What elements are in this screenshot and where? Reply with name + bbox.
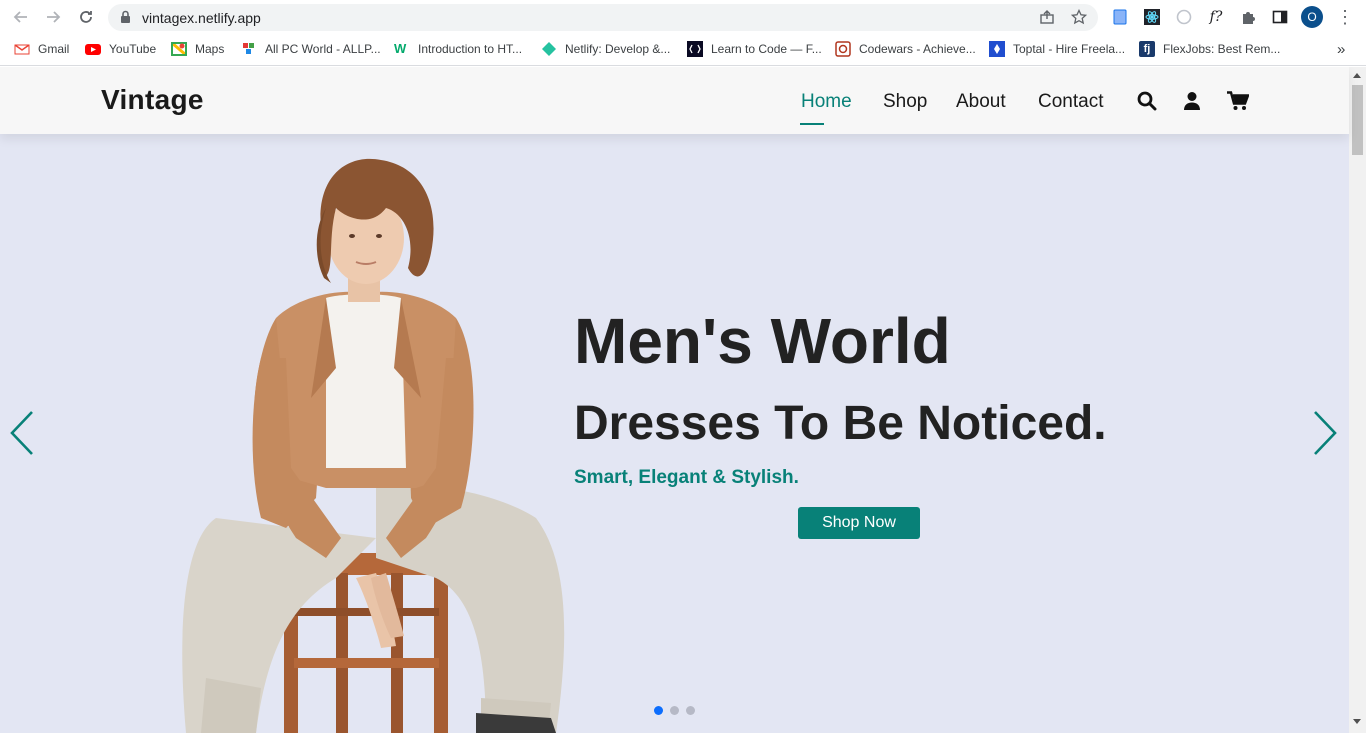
cart-icon[interactable] [1227, 91, 1250, 113]
freecodecamp-icon [687, 41, 703, 57]
bookmark-label: Gmail [38, 42, 70, 56]
bookmark-label: Toptal - Hire Freela... [1013, 42, 1126, 56]
bookmark-label: FlexJobs: Best Rem... [1163, 42, 1281, 56]
flexjobs-icon: fj [1139, 41, 1155, 57]
netlify-icon [541, 41, 557, 57]
gmail-icon [14, 41, 30, 57]
bookmark-label: Maps [195, 42, 225, 56]
bookmark-freecodecamp[interactable]: Learn to Code — F... [687, 41, 822, 57]
maps-icon [171, 41, 187, 57]
lock-icon [120, 10, 131, 29]
bookmark-label: Introduction to HT... [418, 42, 523, 56]
extensions-puzzle-icon[interactable] [1238, 7, 1258, 27]
hero-subtitle: Dresses To Be Noticed. [574, 397, 1107, 450]
bookmarks-bar: Gmail YouTube Maps All PC World - ALLP..… [0, 34, 1366, 66]
bookmark-label: Learn to Code — F... [711, 42, 822, 56]
bookmark-maps[interactable]: Maps [171, 41, 224, 57]
hero-carousel: Men's World Dresses To Be Noticed. Smart… [0, 134, 1349, 733]
youtube-icon [85, 41, 101, 57]
scrollbar-thumb[interactable] [1352, 85, 1363, 155]
profile-avatar[interactable]: O [1301, 6, 1323, 28]
color-picker-icon[interactable] [1174, 7, 1194, 27]
bookmark-label: Codewars - Achieve... [859, 42, 976, 56]
site-header: Vintage Home Shop About Contact [0, 67, 1349, 134]
shop-now-button[interactable]: Shop Now [798, 507, 920, 539]
nav-home[interactable]: Home [801, 91, 852, 113]
reload-icon[interactable] [75, 6, 97, 28]
address-bar[interactable]: vintagex.netlify.app [108, 4, 1098, 31]
font-finder-icon[interactable]: f? [1206, 7, 1226, 27]
bookmark-label: Netlify: Develop &... [565, 42, 671, 56]
hero-tagline: Smart, Elegant & Stylish. [574, 467, 799, 488]
page-scrollbar[interactable] [1349, 67, 1366, 733]
w3schools-icon: W [394, 41, 407, 56]
url-text: vintagex.netlify.app [142, 10, 261, 26]
toptal-icon [989, 41, 1005, 57]
nav-about[interactable]: About [956, 91, 1006, 113]
site-logo[interactable]: Vintage [101, 84, 204, 116]
bookmark-netlify[interactable]: Netlify: Develop &... [541, 41, 670, 57]
more-bookmarks-button[interactable]: » [1337, 41, 1345, 58]
nav-shop[interactable]: Shop [883, 91, 927, 113]
browser-toolbar: vintagex.netlify.app f? O ⋮ [0, 0, 1366, 34]
share-icon[interactable] [1038, 9, 1056, 27]
search-icon[interactable] [1137, 91, 1159, 113]
carousel-dot-3[interactable] [686, 706, 695, 715]
back-icon[interactable] [10, 6, 32, 28]
react-devtools-icon[interactable] [1142, 7, 1162, 27]
bookmark-gmail[interactable]: Gmail [14, 41, 69, 57]
side-panel-icon[interactable] [1270, 7, 1290, 27]
carousel-prev-arrow[interactable] [8, 410, 36, 456]
bookmark-w3schools[interactable]: W Introduction to HT... [394, 41, 522, 57]
user-icon[interactable] [1182, 91, 1204, 113]
page-viewport: Vintage Home Shop About Contact Men's Wo… [0, 67, 1366, 733]
nav-contact[interactable]: Contact [1038, 91, 1103, 113]
bookmark-codewars[interactable]: Codewars - Achieve... [835, 41, 976, 57]
carousel-indicators [654, 706, 695, 715]
carousel-dot-1[interactable] [654, 706, 663, 715]
bookmark-toptal[interactable]: Toptal - Hire Freela... [989, 41, 1125, 57]
allpcworld-icon [241, 41, 257, 57]
bookmark-allpcworld[interactable]: All PC World - ALLP... [241, 41, 381, 57]
bookmark-youtube[interactable]: YouTube [85, 41, 156, 57]
bookmark-label: YouTube [109, 42, 157, 56]
carousel-dot-2[interactable] [670, 706, 679, 715]
bookmark-star-icon[interactable] [1070, 8, 1088, 27]
hero-model-image [182, 158, 565, 733]
nav-active-underline [800, 123, 824, 125]
bookmark-label: All PC World - ALLP... [265, 42, 381, 56]
scroll-down-arrow-icon[interactable] [1353, 719, 1361, 724]
extension-files-icon[interactable] [1110, 7, 1130, 27]
codewars-icon [835, 41, 851, 57]
carousel-next-arrow[interactable] [1311, 410, 1339, 456]
menu-kebab-icon[interactable]: ⋮ [1335, 7, 1355, 27]
bookmark-flexjobs[interactable]: fj FlexJobs: Best Rem... [1139, 41, 1280, 57]
forward-icon[interactable] [42, 6, 64, 28]
scroll-up-arrow-icon[interactable] [1353, 73, 1361, 78]
hero-title: Men's World [574, 305, 951, 377]
